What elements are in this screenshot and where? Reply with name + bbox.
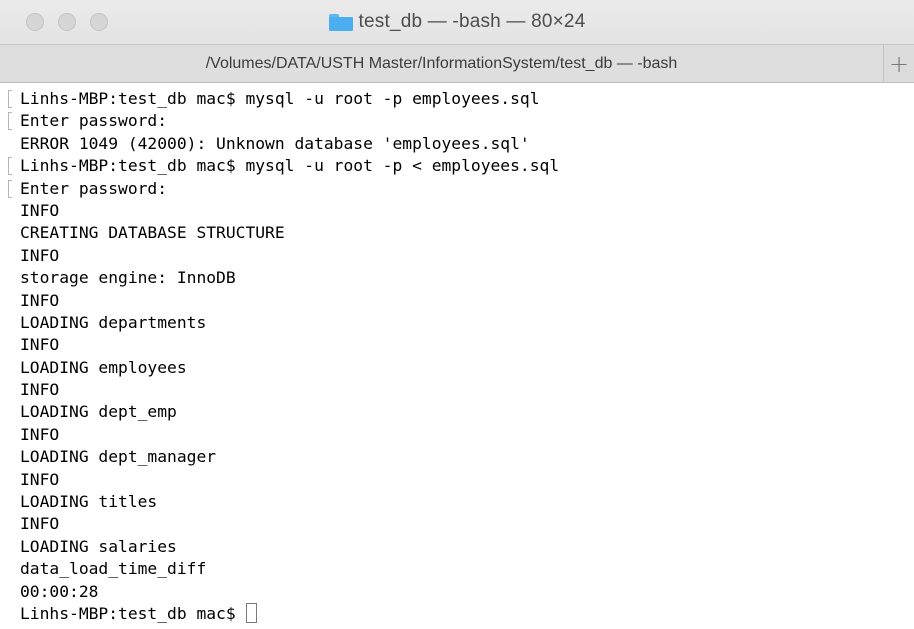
folder-icon [328,14,353,31]
terminal-line: LOADING salaries [20,536,559,558]
terminal-line-text: LOADING salaries [20,536,177,556]
terminal-line-text: 00:00:28 [20,581,99,601]
terminal-line: LOADING dept_manager [20,446,559,468]
terminal-line-text: ERROR 1049 (42000): Unknown database 'em… [20,133,530,153]
terminal-line: Enter password: [8,110,559,132]
terminal-line: Enter password: [8,178,559,200]
terminal-line-text: INFO [20,335,60,355]
terminal-line: 00:00:28 [20,581,559,603]
terminal-line-text: INFO [20,380,60,400]
terminal-line: CREATING DATABASE STRUCTURE [20,222,559,244]
terminal-line-text: INFO [20,514,60,534]
terminal-line-text: storage engine: InnoDB [20,268,236,288]
terminal-line: LOADING dept_emp [20,401,559,423]
prompt-text: Linhs-MBP:test_db mac$ [20,603,246,623]
line-mark-icon [8,90,12,108]
tab-label: /Volumes/DATA/USTH Master/InformationSys… [205,54,678,72]
terminal-line-text: data_load_time_diff [20,559,207,579]
terminal-line: INFO [20,290,559,312]
terminal-line-text: Enter password: [20,111,168,131]
window-title: test_db — -bash — 80×24 [358,11,586,32]
terminal-line-text: Linhs-MBP:test_db mac$ mysql -u root -p … [20,156,560,176]
text-cursor [246,602,258,623]
terminal-line-text: LOADING dept_emp [20,402,177,422]
terminal-line-text: INFO [20,200,60,220]
terminal-line: LOADING employees [20,357,559,379]
terminal-line-text: CREATING DATABASE STRUCTURE [20,223,285,243]
terminal-line: Linhs-MBP:test_db mac$ mysql -u root -p … [8,155,560,177]
terminal-output[interactable]: Linhs-MBP:test_db mac$ mysql -u root -p … [0,84,914,629]
terminal-line: data_load_time_diff [20,558,559,580]
terminal-line: ERROR 1049 (42000): Unknown database 'em… [20,133,559,155]
terminal-window: test_db — -bash — 80×24 /Volumes/DATA/US… [0,0,914,629]
terminal-line-text: Enter password: [20,178,168,198]
prompt-line[interactable]: Linhs-MBP:test_db mac$ [20,602,559,625]
terminal-line-text: LOADING titles [20,492,158,512]
new-tab-button[interactable]: + [884,45,914,82]
terminal-line: LOADING titles [20,491,559,513]
terminal-line: INFO [20,513,559,535]
terminal-line-text: INFO [20,469,60,489]
line-mark-icon [8,112,12,131]
terminal-line: INFO [20,200,559,222]
terminal-line-text: LOADING dept_manager [20,447,217,467]
title-bar[interactable]: test_db — -bash — 80×24 [0,0,914,44]
terminal-line: INFO [20,424,559,446]
terminal-line-text: INFO [20,245,60,265]
terminal-line-text: Linhs-MBP:test_db mac$ mysql -u root -p … [20,89,540,108]
terminal-line-text: LOADING employees [20,357,187,377]
terminal-line: LOADING departments [20,312,559,334]
tab-bash[interactable]: /Volumes/DATA/USTH Master/InformationSys… [0,45,884,82]
terminal-line: INFO [20,469,559,491]
terminal-line-text: LOADING departments [20,312,207,332]
terminal-line-text: INFO [20,424,60,444]
terminal-line: INFO [20,379,559,401]
window-title-group: test_db — -bash — 80×24 [0,0,914,44]
line-mark-icon [8,157,12,176]
line-mark-icon [8,179,12,198]
terminal-line-text: INFO [20,290,60,310]
terminal-line: INFO [20,334,559,356]
terminal-line: INFO [20,245,559,267]
tab-bar: /Volumes/DATA/USTH Master/InformationSys… [0,44,914,83]
terminal-line: Linhs-MBP:test_db mac$ mysql -u root -p … [8,88,559,110]
terminal-lines: Linhs-MBP:test_db mac$ mysql -u root -p … [8,88,560,625]
terminal-line: storage engine: InnoDB [20,267,559,289]
